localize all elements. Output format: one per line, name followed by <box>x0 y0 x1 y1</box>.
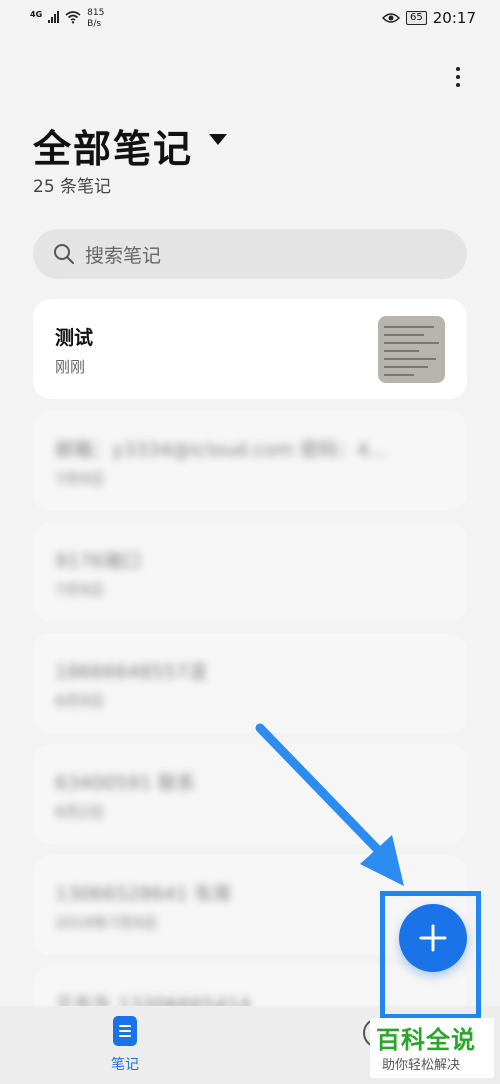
clock: 20:17 <box>432 9 476 27</box>
status-bar: 4G 815 B/s 65 20:17 <box>0 0 500 40</box>
note-title: 9176端口 <box>55 550 142 572</box>
note-card[interactable]: 63400591 联系 6月2日 <box>33 744 467 844</box>
eye-icon <box>382 13 401 23</box>
status-right: 65 20:17 <box>382 9 476 27</box>
note-time: 6月2日 <box>55 803 105 821</box>
plus-icon <box>419 924 447 952</box>
note-time: 7月9日 <box>55 581 105 599</box>
note-title: 18666648557凌 <box>55 661 207 683</box>
note-time: 刚刚 <box>55 358 86 376</box>
add-note-button[interactable] <box>399 904 467 972</box>
note-time: 2019年7月9日 <box>55 914 158 932</box>
note-title: 测试 <box>55 327 94 349</box>
more-dot-icon <box>456 75 460 79</box>
watermark: 百科全说 助你轻松解决 <box>370 1018 494 1078</box>
note-card[interactable]: 9176端口 7月9日 <box>33 522 467 622</box>
nav-notes-label: 笔记 <box>111 1057 139 1073</box>
wifi-icon <box>65 11 81 24</box>
speed-value: 815 <box>87 8 105 18</box>
watermark-title: 百科全说 <box>376 1026 476 1054</box>
network-speed: 815 B/s <box>87 8 104 30</box>
note-card[interactable]: 18666648557凌 6月9日 <box>33 633 467 733</box>
page-title[interactable]: 全部笔记 <box>33 118 193 173</box>
nav-notes-tab[interactable]: 笔记 <box>100 1016 150 1074</box>
note-card[interactable]: 邮箱：y3334@icloud.com 密码：4... 7月9日 <box>33 411 467 511</box>
note-title: 13066528641 车库 <box>55 883 233 905</box>
notes-icon <box>113 1016 137 1046</box>
more-dot-icon <box>456 67 460 71</box>
status-left: 4G 815 B/s <box>30 8 104 30</box>
note-thumbnail <box>378 316 445 383</box>
more-options-button[interactable] <box>446 62 470 92</box>
speed-unit: B/s <box>87 19 102 29</box>
battery-icon: 65 <box>406 11 427 25</box>
search-icon <box>54 244 74 264</box>
caret-down-icon[interactable] <box>209 134 227 145</box>
note-title: 邮箱：y3334@icloud.com 密码：4... <box>55 439 388 461</box>
note-time: 7月9日 <box>55 470 105 488</box>
note-time: 6月9日 <box>55 692 105 710</box>
note-count: 25 条笔记 <box>33 177 112 197</box>
network-type: 4G <box>30 10 43 19</box>
search-bar[interactable]: 搜索笔记 <box>33 229 467 279</box>
more-dot-icon <box>456 83 460 87</box>
note-card[interactable]: 测试 刚刚 <box>33 299 467 399</box>
signal-icon <box>48 11 60 23</box>
watermark-subtitle: 助你轻松解决 <box>382 1058 461 1073</box>
search-placeholder: 搜索笔记 <box>85 244 162 267</box>
note-title: 63400591 联系 <box>55 772 196 794</box>
